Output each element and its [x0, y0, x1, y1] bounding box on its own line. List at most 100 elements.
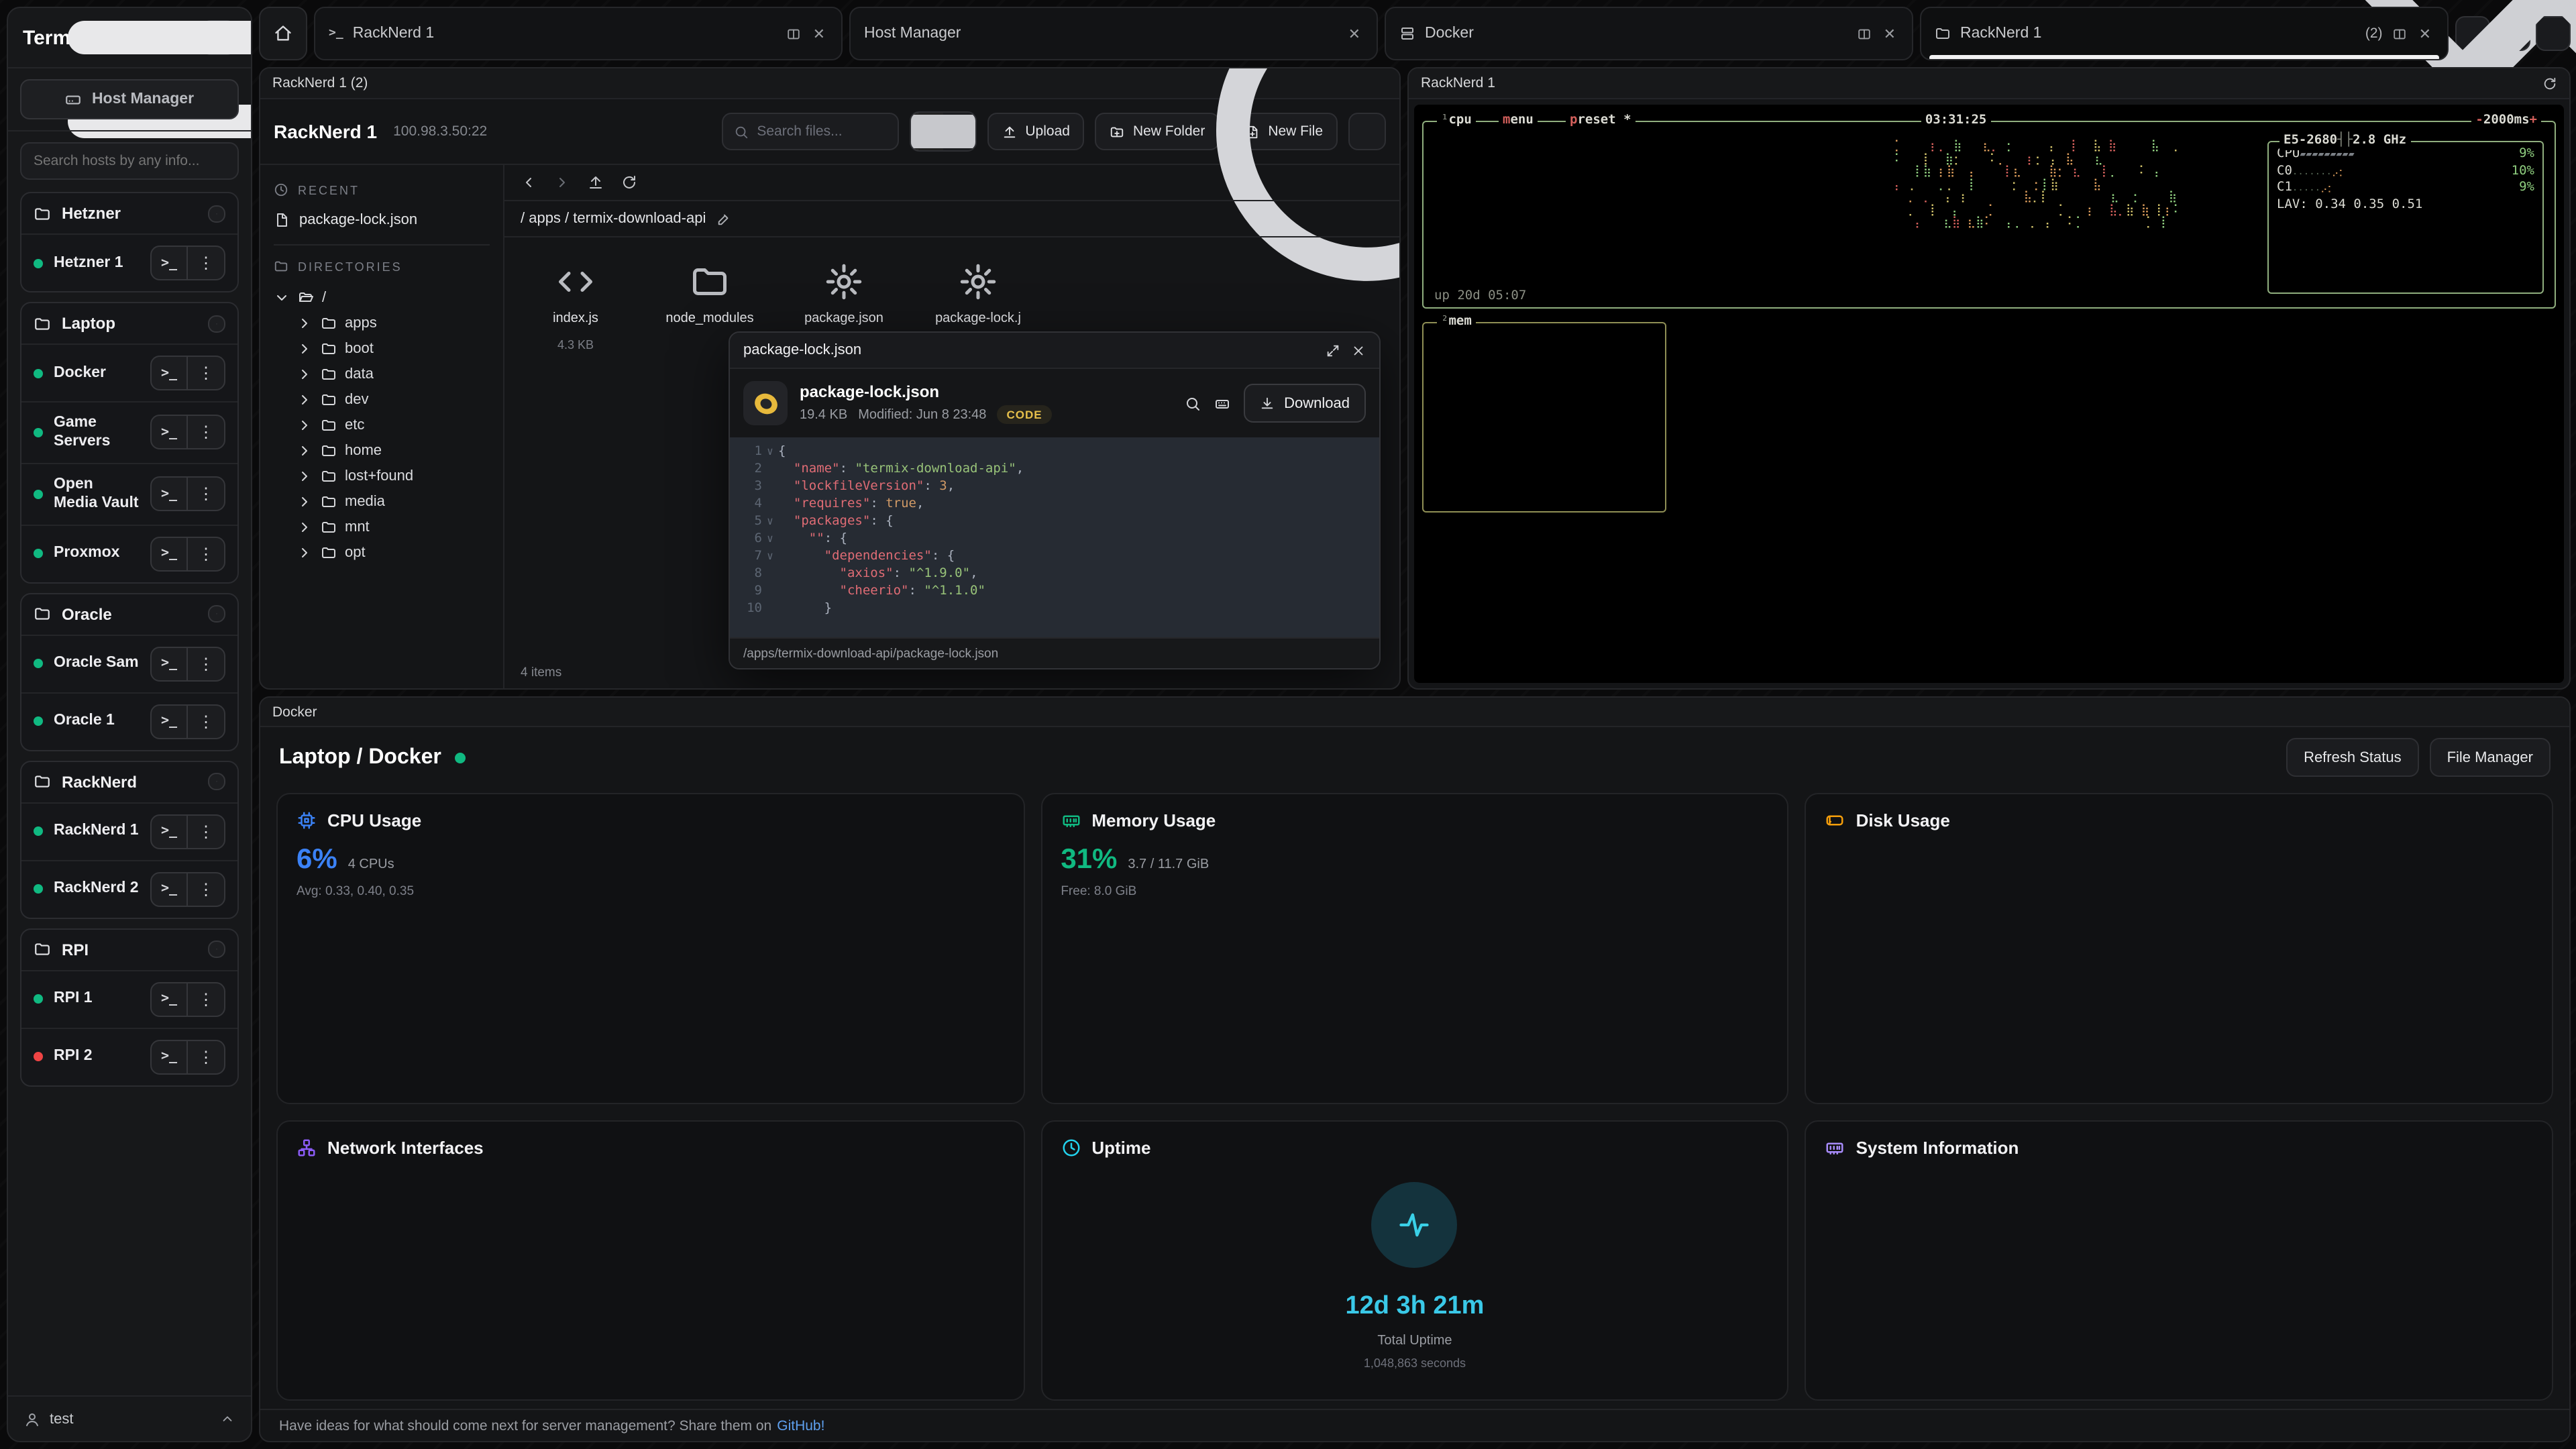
- file-manager-button[interactable]: File Manager: [2430, 738, 2551, 777]
- host-menu-button[interactable]: ⋮: [188, 1040, 224, 1073]
- open-terminal-button[interactable]: >_: [152, 357, 188, 389]
- tree-folder-mnt[interactable]: mnt: [297, 514, 490, 539]
- tab-scroll-up-button[interactable]: [2536, 16, 2571, 51]
- host-row[interactable]: Oracle Sam>_⋮: [21, 634, 237, 692]
- tree-folder-etc[interactable]: etc: [297, 412, 490, 437]
- group-collapse-button[interactable]: [208, 605, 225, 623]
- split-view-icon[interactable]: [786, 26, 801, 41]
- host-menu-button[interactable]: ⋮: [188, 815, 224, 847]
- file-search-input[interactable]: Search files...: [722, 113, 899, 150]
- host-menu-button[interactable]: ⋮: [188, 537, 224, 570]
- tree-root[interactable]: /: [274, 284, 490, 310]
- edit-path-icon[interactable]: [716, 211, 731, 226]
- host-row[interactable]: Open Media Vault>_⋮: [21, 463, 237, 525]
- host-group-header[interactable]: Laptop: [21, 303, 237, 343]
- group-collapse-button[interactable]: [208, 315, 225, 332]
- forward-icon[interactable]: [554, 174, 570, 191]
- host-menu-button[interactable]: ⋮: [188, 478, 224, 510]
- sidebar-user-row[interactable]: test: [8, 1395, 251, 1441]
- close-icon[interactable]: [1351, 343, 1366, 358]
- group-collapse-button[interactable]: [208, 941, 225, 958]
- github-link[interactable]: GitHub!: [777, 1417, 824, 1434]
- open-terminal-button[interactable]: >_: [152, 647, 188, 680]
- sync-icon[interactable]: [2542, 76, 2557, 91]
- open-terminal-button[interactable]: >_: [152, 478, 188, 510]
- host-group-header[interactable]: RPI: [21, 929, 237, 969]
- refresh-files-button[interactable]: [1348, 113, 1386, 150]
- host-group-header[interactable]: Oracle: [21, 594, 237, 634]
- open-terminal-button[interactable]: >_: [152, 1040, 188, 1073]
- open-terminal-button[interactable]: >_: [152, 815, 188, 847]
- host-row[interactable]: Docker>_⋮: [21, 343, 237, 401]
- refresh-status-button[interactable]: Refresh Status: [2286, 738, 2419, 777]
- host-manager-button[interactable]: Host Manager: [20, 79, 239, 119]
- recent-file-item[interactable]: package-lock.json: [274, 208, 490, 241]
- open-terminal-button[interactable]: >_: [152, 983, 188, 1015]
- tab-close-icon[interactable]: ✕: [810, 25, 828, 42]
- tab-close-icon[interactable]: ✕: [1881, 25, 1898, 42]
- host-name: Oracle 1: [54, 712, 140, 731]
- host-row[interactable]: RackNerd 2>_⋮: [21, 859, 237, 917]
- host-menu-button[interactable]: ⋮: [188, 357, 224, 389]
- keyboard-icon[interactable]: [1214, 395, 1230, 411]
- group-collapse-button[interactable]: [208, 205, 225, 222]
- tree-folder-apps[interactable]: apps: [297, 310, 490, 335]
- host-group-header[interactable]: RackNerd: [21, 761, 237, 802]
- download-button[interactable]: Download: [1244, 384, 1366, 423]
- host-status-dot: [34, 368, 43, 378]
- line-number: 2: [730, 460, 762, 478]
- tab-racknerd-1[interactable]: RackNerd 1(2)✕: [1920, 7, 2449, 60]
- up-directory-icon[interactable]: [588, 174, 604, 191]
- folder-icon: [690, 262, 730, 302]
- tab-docker[interactable]: Docker✕: [1385, 7, 1913, 60]
- split-view-icon[interactable]: [1857, 26, 1872, 41]
- home-button[interactable]: [259, 7, 307, 60]
- list-view-toggle[interactable]: [943, 113, 975, 150]
- tree-folder-opt[interactable]: opt: [297, 539, 490, 565]
- host-row[interactable]: Hetzner 1>_⋮: [21, 233, 237, 291]
- back-icon[interactable]: [521, 174, 537, 191]
- host-menu-button[interactable]: ⋮: [188, 247, 224, 279]
- tree-folder-boot[interactable]: boot: [297, 335, 490, 361]
- tree-folder-dev[interactable]: dev: [297, 386, 490, 412]
- host-menu-button[interactable]: ⋮: [188, 705, 224, 737]
- sidebar-collapse-button[interactable]: [201, 20, 236, 55]
- open-terminal-button[interactable]: >_: [152, 247, 188, 279]
- host-row[interactable]: RPI 1>_⋮: [21, 969, 237, 1027]
- host-menu-button[interactable]: ⋮: [188, 417, 224, 449]
- open-terminal-button[interactable]: >_: [152, 417, 188, 449]
- search-in-file-icon[interactable]: [1185, 395, 1201, 411]
- host-menu-button[interactable]: ⋮: [188, 873, 224, 905]
- fold-marker: ∨: [762, 530, 778, 547]
- host-menu-button[interactable]: ⋮: [188, 983, 224, 1015]
- host-row[interactable]: Oracle 1 >_⋮: [21, 692, 237, 749]
- host-menu-button[interactable]: ⋮: [188, 647, 224, 680]
- group-collapse-button[interactable]: [208, 773, 225, 790]
- tab-host-manager[interactable]: Host Manager✕: [849, 7, 1378, 60]
- tree-folder-data[interactable]: data: [297, 361, 490, 386]
- refresh-icon[interactable]: [621, 174, 637, 191]
- open-terminal-button[interactable]: >_: [152, 873, 188, 905]
- host-group-header[interactable]: Hetzner: [21, 193, 237, 233]
- open-terminal-button[interactable]: >_: [152, 705, 188, 737]
- host-row[interactable]: Game Servers>_⋮: [21, 401, 237, 463]
- tab-close-icon[interactable]: ✕: [2416, 25, 2434, 42]
- tree-folder-media[interactable]: media: [297, 488, 490, 514]
- host-row[interactable]: Proxmox>_⋮: [21, 524, 237, 582]
- host-row[interactable]: RPI 2>_⋮: [21, 1027, 237, 1085]
- upload-button[interactable]: Upload: [987, 113, 1085, 150]
- split-view-icon[interactable]: [2392, 26, 2407, 41]
- terminal-screen[interactable]: ¹cpumenupreset *03:31:25- 2000ms + ⡁ ⡆⡀ …: [1414, 105, 2564, 683]
- expand-icon[interactable]: [1326, 343, 1340, 358]
- tree-folder-home[interactable]: home: [297, 437, 490, 463]
- tab-racknerd-1[interactable]: >_RackNerd 1✕: [314, 7, 843, 60]
- chevron-up-icon[interactable]: [220, 1411, 235, 1426]
- host-search-input[interactable]: [20, 142, 239, 180]
- code-viewer[interactable]: 1∨{2 "name": "termix-download-api",3 "lo…: [730, 437, 1379, 637]
- tree-folder-lost+found[interactable]: lost+found: [297, 463, 490, 488]
- open-terminal-button[interactable]: >_: [152, 537, 188, 570]
- tab-bar: >_RackNerd 1✕Host Manager✕Docker✕RackNer…: [259, 7, 2571, 60]
- tab-close-icon[interactable]: ✕: [1346, 25, 1363, 42]
- file-item[interactable]: index.js4.3 KB: [531, 262, 620, 351]
- host-row[interactable]: RackNerd 1>_⋮: [21, 802, 237, 859]
